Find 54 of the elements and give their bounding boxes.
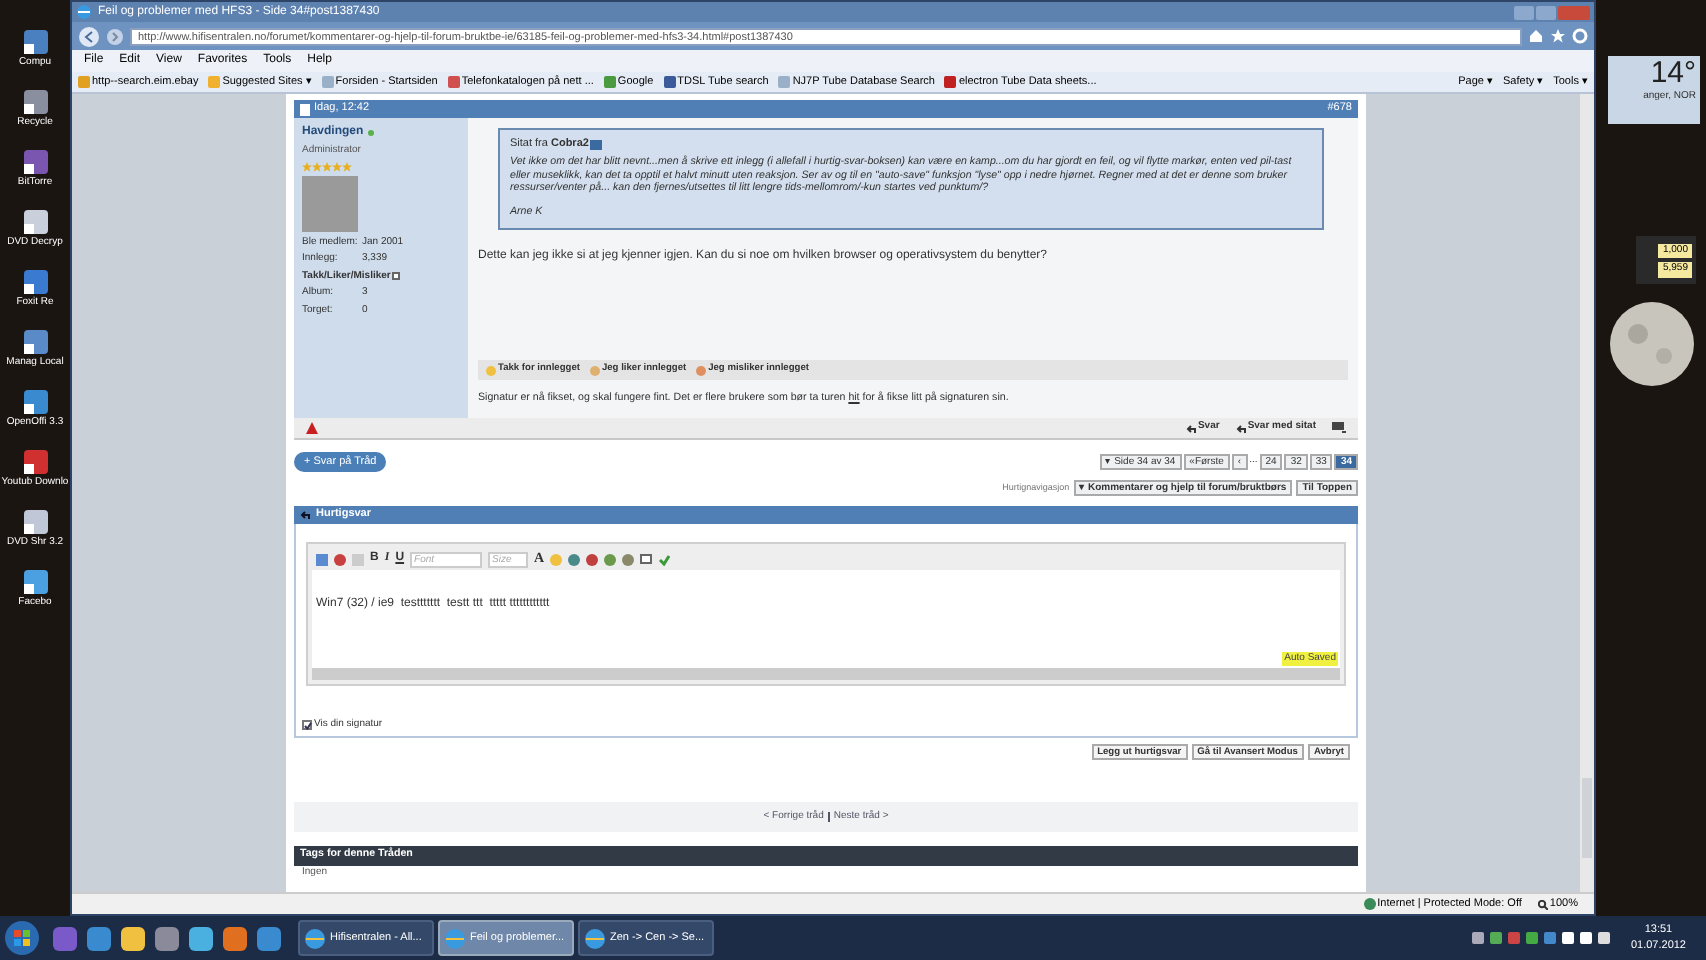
- program-icon: [21, 208, 49, 236]
- reply-arrow-icon: [1235, 423, 1246, 433]
- program-icon: [21, 28, 49, 56]
- pinned-app-icon: [222, 925, 248, 951]
- maximize-button[interactable]: [1536, 5, 1556, 19]
- program-icon: [21, 388, 49, 416]
- program-icon: [21, 448, 49, 476]
- pinned-app-icon: [188, 925, 214, 951]
- settings-icon: [1572, 28, 1588, 44]
- program-icon: [21, 88, 49, 116]
- checkmark-icon: [304, 722, 312, 731]
- favorite-icon: [78, 76, 90, 88]
- pinned-app-icon: [120, 925, 146, 951]
- program-icon: [21, 328, 49, 356]
- reply-arrow-icon: [1185, 423, 1196, 433]
- back-icon: [78, 25, 100, 47]
- favorite-icon: [603, 76, 616, 88]
- temperature: 14°: [1650, 56, 1696, 90]
- favorite-icon: [321, 76, 334, 88]
- pinned-app-icon: [256, 925, 282, 951]
- favorite-icon: [447, 76, 460, 88]
- favorite-icon: [663, 76, 676, 88]
- close-button[interactable]: [1558, 5, 1590, 19]
- browser-logo-icon: [76, 4, 92, 20]
- browser-logo-icon: [584, 927, 606, 949]
- document-icon: [300, 103, 310, 115]
- program-icon: [21, 148, 49, 176]
- pinned-app-icon: [154, 925, 180, 951]
- minimize-button[interactable]: [1514, 5, 1534, 19]
- program-icon: [21, 568, 49, 596]
- expand-button[interactable]: [392, 272, 401, 281]
- program-icon: [21, 268, 49, 296]
- start-button-icon: [4, 920, 40, 956]
- scrollbar-thumb[interactable]: [1582, 778, 1592, 858]
- browser-logo-icon: [304, 927, 326, 949]
- forward-icon: [106, 27, 124, 45]
- favorite-icon: [208, 76, 221, 88]
- avatar-placeholder: [302, 175, 358, 231]
- reply-arrow-icon: [300, 510, 310, 520]
- globe-icon: [1363, 898, 1376, 910]
- pinned-app-icon: [52, 925, 78, 951]
- scrollbar[interactable]: [1580, 94, 1594, 892]
- favorite-icon: [778, 76, 791, 88]
- program-icon: [21, 508, 49, 536]
- warning-icon: [306, 422, 318, 434]
- star-icon: [1550, 28, 1566, 44]
- pinned-app-icon: [86, 925, 112, 951]
- spellcheck-icon: [658, 553, 671, 565]
- home-icon: [1528, 28, 1544, 44]
- signature-checkbox[interactable]: [302, 720, 312, 731]
- zoom-icon: [1537, 899, 1548, 909]
- browser-logo-icon: [444, 927, 466, 949]
- favorite-icon: [944, 76, 957, 88]
- moon-drawing: [1608, 300, 1696, 388]
